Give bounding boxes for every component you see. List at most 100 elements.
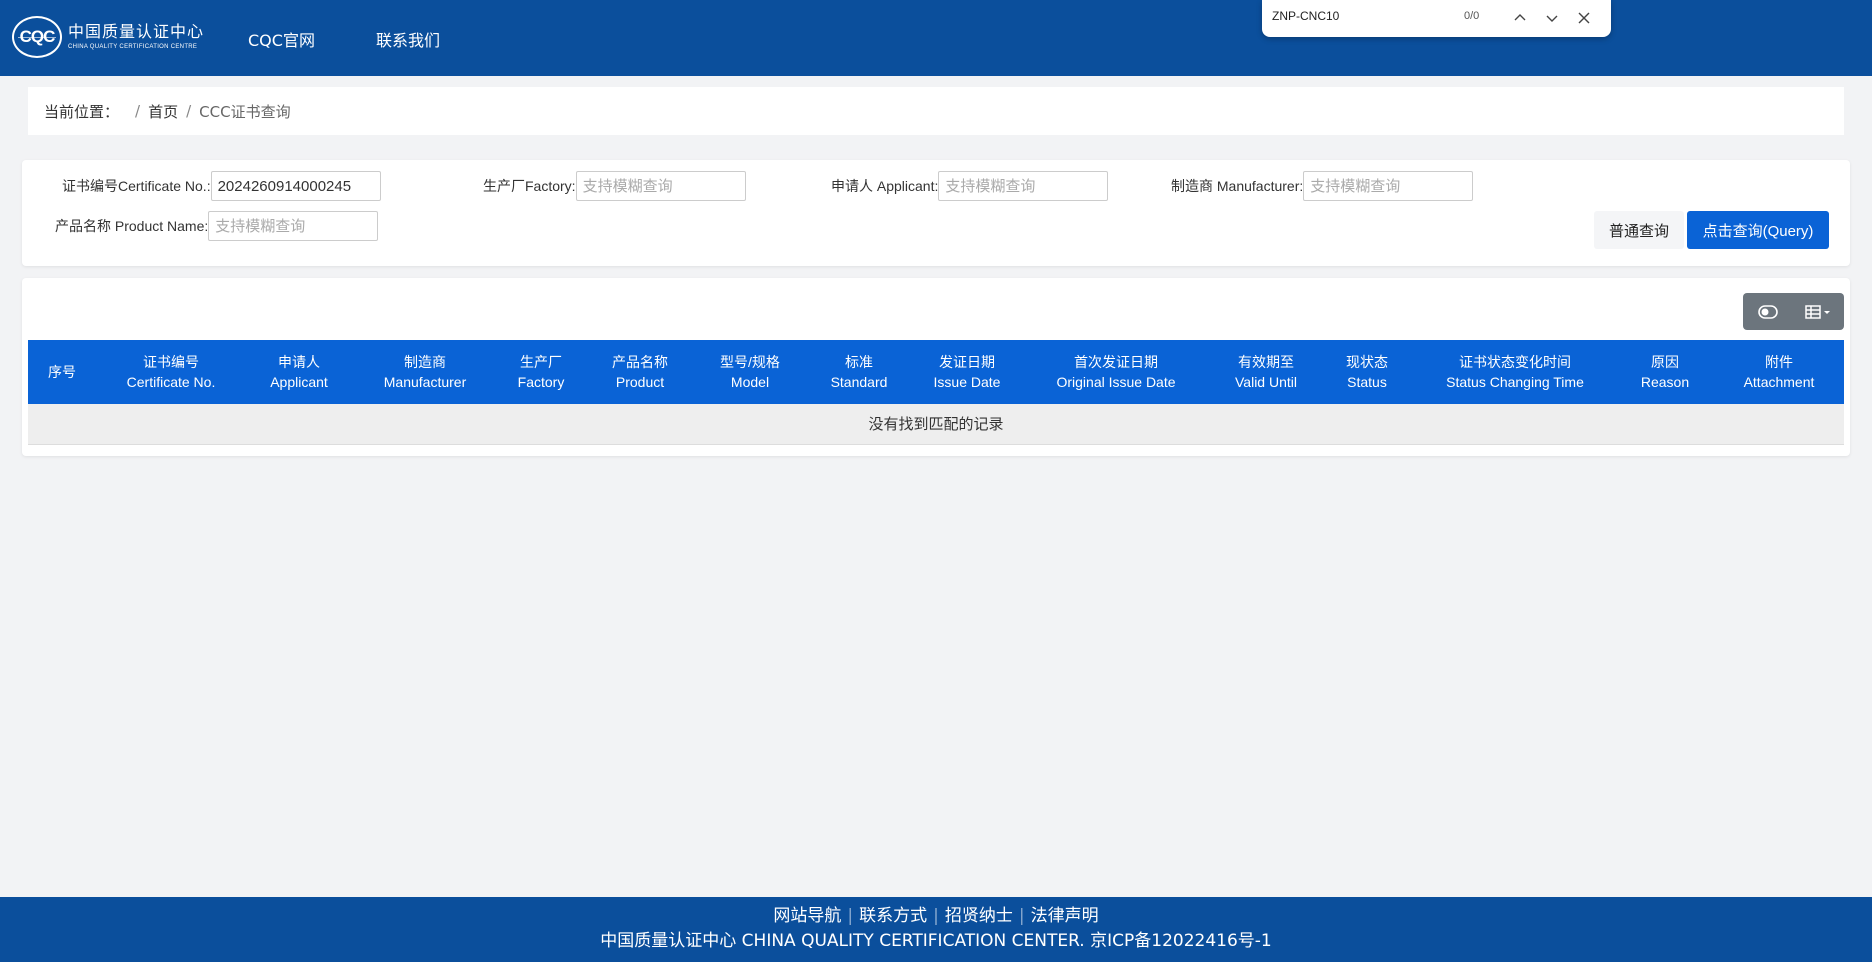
col-header-cn: 附件 [1765,354,1793,370]
col-header-reason[interactable]: 原因 Reason [1616,340,1714,404]
manufacturer-field: 制造商 Manufacturer: [1171,171,1474,201]
col-header-cn: 原因 [1651,354,1679,370]
find-next-button[interactable] [1540,7,1564,29]
footer-copyright: 中国质量认证中心 CHINA QUALITY CERTIFICATION CEN… [600,931,1272,951]
col-header-cn: 首次发证日期 [1074,354,1158,370]
table-columns-icon [1805,304,1830,319]
applicant-input[interactable] [938,171,1109,201]
breadcrumb-current: CCC证书查询 [199,102,291,121]
footer-divider: | [847,906,854,926]
results-panel: 序号 证书编号 Certificate No. 申请人 Applicant 制造商 M… [22,278,1850,456]
col-header-cn: 产品名称 [612,354,668,370]
col-header-en: Product [615,374,665,390]
cqc-logo[interactable]: CQC 中国质量认证中心 CHINA QUALITY CERTIFICATION… [12,16,204,58]
breadcrumb-label: 当前位置： [44,102,120,121]
col-header-applicant[interactable]: 申请人 Applicant [246,340,352,404]
search-form: 证书编号Certificate No.: 生产厂Factory: 申请人 App… [22,160,1850,266]
col-header-cn: 申请人 [278,354,320,370]
col-header-valid-until[interactable]: 有效期至 Valid Until [1212,340,1320,404]
col-header-issue-date[interactable]: 发证日期 Issue Date [914,340,1020,404]
col-header-status-changing-time[interactable]: 证书状态变化时间 Status Changing Time [1414,340,1616,404]
col-header-en: Valid Until [1235,374,1297,390]
col-header-factory[interactable]: 生产厂 Factory [498,340,584,404]
normal-query-button[interactable]: 普通查询 [1594,211,1684,249]
footer-link-legal[interactable]: 法律声明 [1031,906,1099,926]
nav-contact-us[interactable]: 联系我们 [376,27,440,51]
col-header-cn: 型号/规格 [720,354,780,370]
col-header-cn: 证书状态变化时间 [1459,354,1571,370]
cert-no-field: 证书编号Certificate No.: [62,171,381,201]
table-header-row: 序号 证书编号 Certificate No. 申请人 Applicant 制造商 M… [28,340,1844,404]
col-header-en: Applicant [270,374,328,390]
col-header-en: Model [730,374,770,390]
footer-links: 网站导航 | 联系方式 | 招贤纳士 | 法律声明 [0,904,1872,928]
footer-divider: | [933,906,939,926]
chevron-down-icon [1546,15,1558,22]
col-header-en: Issue Date [933,374,1001,390]
footer-link-careers[interactable]: 招贤纳士 [945,906,1013,926]
col-header-original-issue-date[interactable]: 首次发证日期 Original Issue Date [1020,340,1212,404]
product-name-field: 产品名称 Product Name: [55,211,379,241]
find-match-count: 0/0 [1464,10,1480,22]
col-header-en: Standard [830,374,888,390]
columns-dropdown-button[interactable] [1793,293,1843,330]
col-header-en: Factory [517,374,565,390]
manufacturer-input[interactable] [1303,171,1474,201]
table-toolbar [1743,293,1844,330]
col-header-cn: 发证日期 [939,354,995,370]
product-name-label: 产品名称 Product Name: [55,218,209,234]
cert-no-label: 证书编号Certificate No.: [62,178,211,194]
col-header-en: Original Issue Date [1056,374,1176,390]
results-table: 序号 证书编号 Certificate No. 申请人 Applicant 制造商 M… [28,340,1844,445]
logo-title-en: CHINA QUALITY CERTIFICATION CENTRE [68,44,198,50]
col-header-en: Status [1347,374,1387,390]
find-bar: 0/0 [1262,0,1611,37]
col-header-product[interactable]: 产品名称 Product [584,340,696,404]
product-name-input[interactable] [208,211,379,241]
breadcrumb-separator: / [135,102,141,120]
chevron-up-icon [1514,14,1526,21]
col-header-en: Certificate No. [126,374,216,390]
manufacturer-label: 制造商 Manufacturer: [1171,178,1304,194]
empty-result-message: 没有找到匹配的记录 [28,404,1844,445]
col-header-cn: 标准 [845,354,873,370]
footer-link-site-nav[interactable]: 网站导航 [773,906,841,926]
col-header-en: Reason [1640,374,1690,390]
close-icon [1578,12,1590,24]
toggle-icon [1758,304,1778,319]
footer: 网站导航 | 联系方式 | 招贤纳士 | 法律声明 中国质量认证中心 CHINA QUALI… [0,897,1872,962]
col-header-cn: 序号 [48,364,76,380]
footer-divider: | [1018,906,1025,926]
factory-input[interactable] [575,171,746,201]
col-header-standard[interactable]: 标准 Standard [804,340,914,404]
logo-title-cn: 中国质量认证中心 [68,22,205,41]
col-header-status[interactable]: 现状态 Status [1320,340,1414,404]
cert-no-input[interactable] [210,171,381,201]
col-header-en: Attachment [1743,374,1815,390]
footer-link-contact[interactable]: 联系方式 [859,906,927,926]
col-header-cert-no[interactable]: 证书编号 Certificate No. [96,340,246,404]
col-header-model[interactable]: 型号/规格 Model [696,340,804,404]
col-header-index[interactable]: 序号 [28,340,96,404]
find-close-button[interactable] [1572,7,1596,29]
find-input[interactable] [1272,9,1452,23]
toggle-view-button[interactable] [1743,293,1793,330]
col-header-cn: 有效期至 [1238,354,1294,370]
col-header-cn: 制造商 [404,354,446,370]
col-header-cn: 现状态 [1346,354,1388,370]
col-header-manufacturer[interactable]: 制造商 Manufacturer [352,340,498,404]
factory-label: 生产厂Factory: [483,178,576,194]
query-button[interactable]: 点击查询(Query) [1687,211,1829,249]
nav-cqc-official[interactable]: CQC官网 [248,27,315,51]
col-header-cn: 生产厂 [520,354,562,370]
results-table-wrapper: 序号 证书编号 Certificate No. 申请人 Applicant 制造商 M… [28,340,1844,445]
find-previous-button[interactable] [1508,7,1532,29]
table-row: 没有找到匹配的记录 [28,404,1844,445]
breadcrumb: 当前位置： / 首页 / CCC证书查询 [28,87,1844,135]
cqc-logo-mark: CQC [12,16,62,58]
col-header-attachment[interactable]: 附件 Attachment [1714,340,1844,404]
breadcrumb-home-link[interactable]: 首页 [148,101,178,122]
col-header-cn: 证书编号 [143,354,199,370]
factory-field: 生产厂Factory: [483,171,746,201]
applicant-label: 申请人 Applicant: [831,178,939,194]
